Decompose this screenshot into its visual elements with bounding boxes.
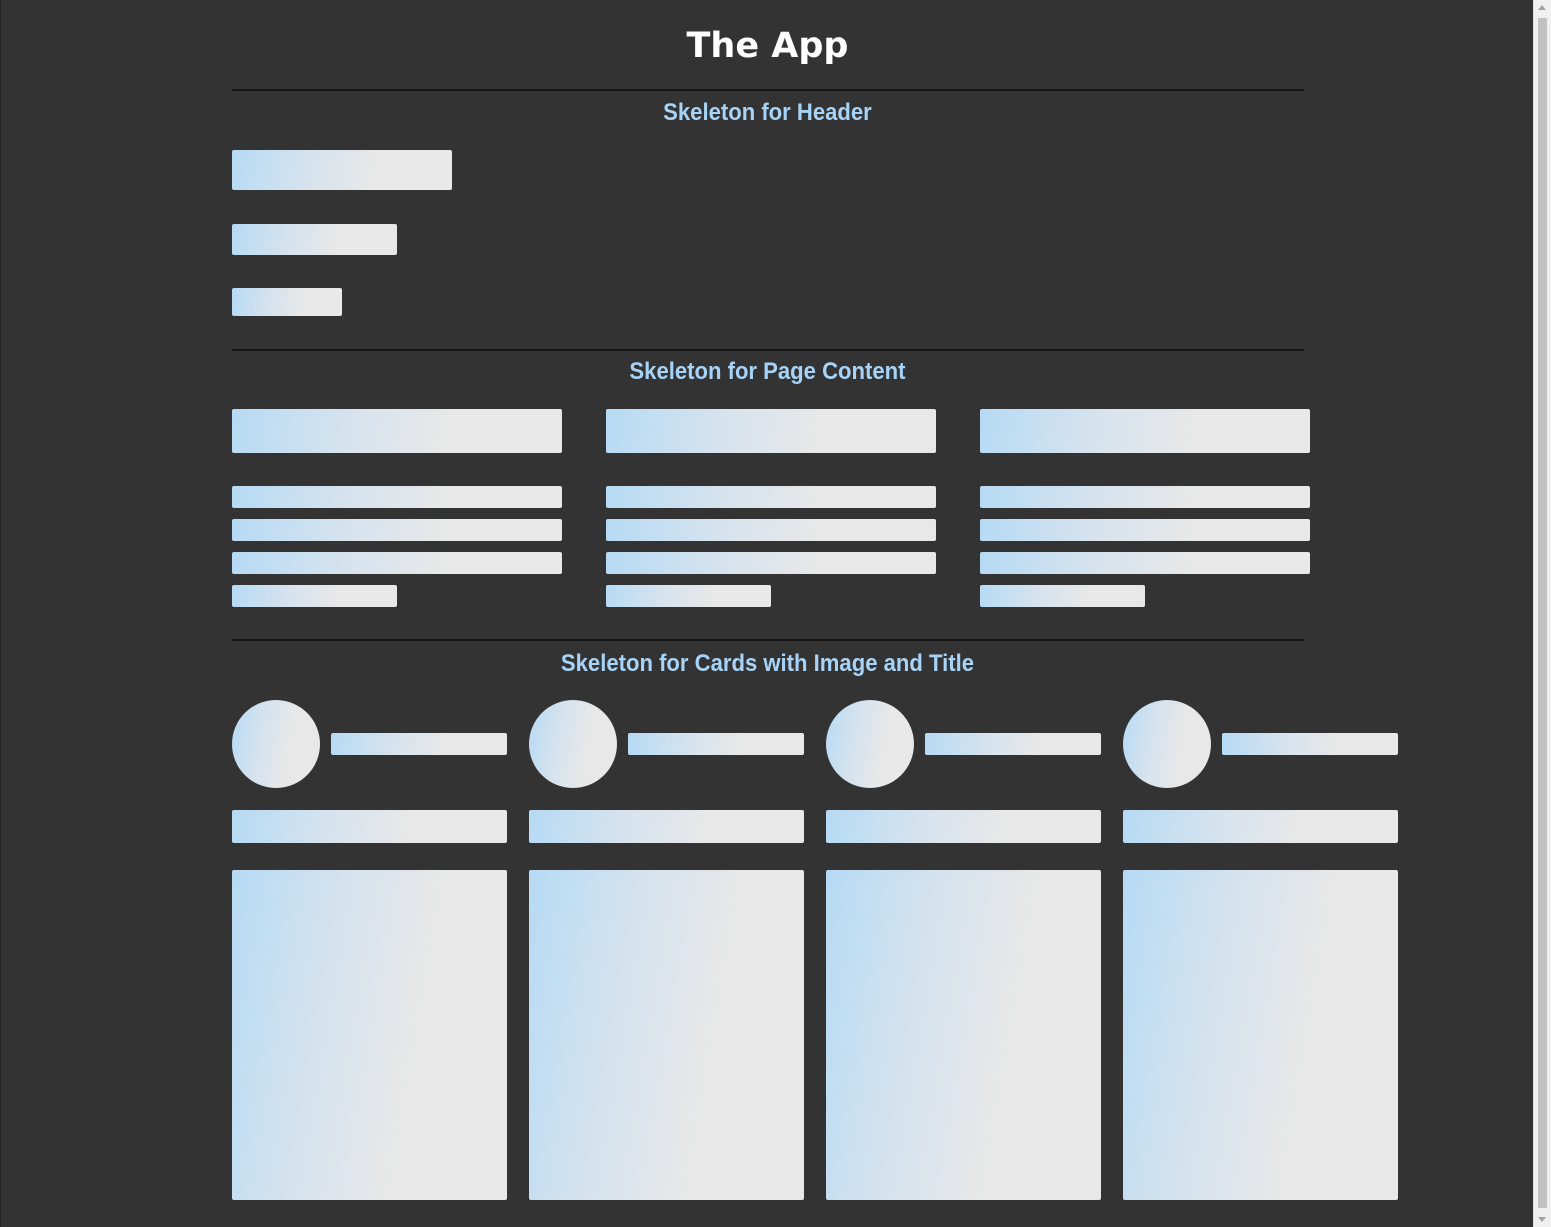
skeleton-card-image xyxy=(826,870,1101,1200)
skeleton-avatar xyxy=(826,700,914,788)
skeleton-heading xyxy=(980,409,1310,453)
skeleton-card-title xyxy=(529,810,804,843)
skeleton-heading xyxy=(606,409,936,453)
page: The App Skeleton for Header Skeleton for… xyxy=(0,0,1533,1227)
skeleton-text-line xyxy=(980,486,1310,508)
skeleton-text-line xyxy=(232,519,562,541)
divider xyxy=(232,349,1304,351)
vertical-scrollbar[interactable] xyxy=(1533,0,1551,1227)
skeleton-text-line xyxy=(980,519,1310,541)
skeleton-card-name xyxy=(331,733,507,755)
scroll-up-arrow-icon[interactable] xyxy=(1538,5,1546,10)
skeleton-text-line xyxy=(980,552,1310,574)
scrollbar-thumb[interactable] xyxy=(1538,18,1547,1208)
skeleton-subtitle-bar xyxy=(232,224,397,255)
skeleton-text-line xyxy=(232,486,562,508)
skeleton-card-name xyxy=(925,733,1101,755)
skeleton-heading xyxy=(232,409,562,453)
section-title-content: Skeleton for Page Content xyxy=(629,358,906,385)
scroll-down-arrow-icon[interactable] xyxy=(1538,1217,1546,1222)
skeleton-text-line xyxy=(606,552,936,574)
skeleton-avatar xyxy=(1123,700,1211,788)
skeleton-card-title xyxy=(1123,810,1398,843)
skeleton-text-line-short xyxy=(232,585,397,607)
divider xyxy=(232,89,1304,91)
skeleton-card-title xyxy=(232,810,507,843)
skeleton-text-line xyxy=(606,519,936,541)
skeleton-card-title xyxy=(826,810,1101,843)
skeleton-text-line xyxy=(606,486,936,508)
skeleton-card-image xyxy=(1123,870,1398,1200)
skeleton-card-image xyxy=(232,870,507,1200)
section-title-header: Skeleton for Header xyxy=(663,99,872,126)
skeleton-card-name xyxy=(1222,733,1398,755)
section-title-cards: Skeleton for Cards with Image and Title xyxy=(560,650,974,677)
skeleton-meta-bar xyxy=(232,288,342,316)
skeleton-avatar xyxy=(529,700,617,788)
skeleton-card-name xyxy=(628,733,804,755)
skeleton-text-line xyxy=(232,552,562,574)
divider xyxy=(232,639,1304,641)
skeleton-avatar xyxy=(232,700,320,788)
skeleton-card-image xyxy=(529,870,804,1200)
app-title: The App xyxy=(686,26,849,66)
skeleton-title-bar xyxy=(232,150,452,190)
skeleton-text-line-short xyxy=(606,585,771,607)
skeleton-text-line-short xyxy=(980,585,1145,607)
